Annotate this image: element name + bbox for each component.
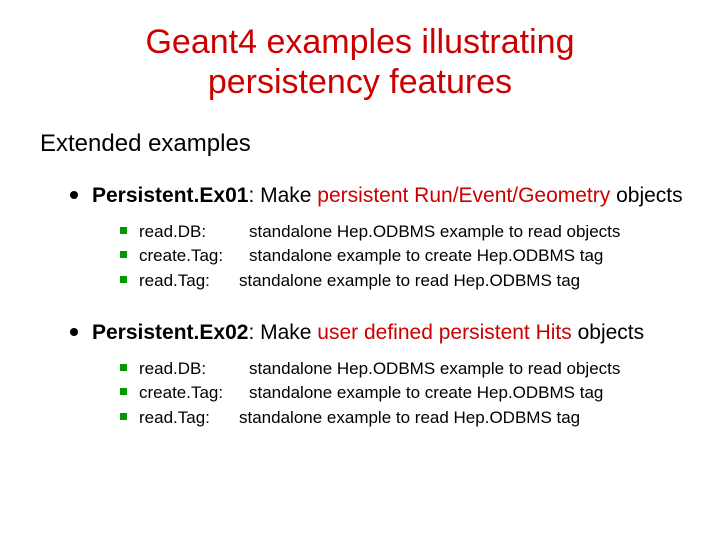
item-name: Persistent.Ex01 bbox=[92, 184, 248, 207]
sub-label: read.DB: bbox=[139, 357, 249, 382]
sub-text: standalone example to create Hep.ODBMS t… bbox=[249, 246, 603, 265]
slide-title: Geant4 examples illustrating persistency… bbox=[34, 22, 686, 102]
sub-label: read.DB: bbox=[139, 220, 249, 245]
sublist-item: read.Tag:standalone example to read Hep.… bbox=[120, 269, 686, 294]
sub-text: standalone example to read Hep.ODBMS tag bbox=[239, 408, 580, 427]
sub-label: create.Tag: bbox=[139, 381, 249, 406]
list-item: Persistent.Ex02: Make user defined persi… bbox=[70, 319, 686, 346]
item-desc-b: objects bbox=[572, 321, 644, 344]
bullet-icon bbox=[70, 328, 78, 336]
sublist-item: read.Tag:standalone example to read Hep.… bbox=[120, 406, 686, 431]
sub-text: standalone Hep.ODBMS example to read obj… bbox=[249, 222, 620, 241]
item-desc-a: : Make bbox=[248, 184, 317, 207]
sublist: read.DB:standalone Hep.ODBMS example to … bbox=[120, 220, 686, 294]
title-line-1: Geant4 examples illustrating bbox=[145, 23, 574, 61]
sub-text: standalone Hep.ODBMS example to read obj… bbox=[249, 359, 620, 378]
item-desc-a: : Make bbox=[248, 321, 317, 344]
bullet-icon bbox=[70, 191, 78, 199]
sub-text: standalone example to read Hep.ODBMS tag bbox=[239, 271, 580, 290]
slide-subtitle: Extended examples bbox=[40, 130, 686, 158]
sublist-item: read.DB:standalone Hep.ODBMS example to … bbox=[120, 220, 686, 245]
slide: Geant4 examples illustrating persistency… bbox=[0, 0, 720, 540]
square-bullet-icon bbox=[120, 388, 127, 395]
item-desc-highlight: user defined persistent Hits bbox=[317, 321, 571, 344]
square-bullet-icon bbox=[120, 251, 127, 258]
sub-label: read.Tag: bbox=[139, 406, 239, 431]
sub-text: standalone example to create Hep.ODBMS t… bbox=[249, 383, 603, 402]
square-bullet-icon bbox=[120, 227, 127, 234]
title-line-2: persistency features bbox=[208, 63, 512, 101]
square-bullet-icon bbox=[120, 276, 127, 283]
sublist-item: create.Tag:standalone example to create … bbox=[120, 244, 686, 269]
sublist: read.DB:standalone Hep.ODBMS example to … bbox=[120, 357, 686, 431]
sublist-item: create.Tag:standalone example to create … bbox=[120, 381, 686, 406]
square-bullet-icon bbox=[120, 364, 127, 371]
list-item: Persistent.Ex01: Make persistent Run/Eve… bbox=[70, 182, 686, 209]
sub-label: create.Tag: bbox=[139, 244, 249, 269]
square-bullet-icon bbox=[120, 413, 127, 420]
item-desc-highlight: persistent Run/Event/Geometry bbox=[317, 184, 610, 207]
item-desc-b: objects bbox=[610, 184, 682, 207]
sublist-item: read.DB:standalone Hep.ODBMS example to … bbox=[120, 357, 686, 382]
sub-label: read.Tag: bbox=[139, 269, 239, 294]
item-name: Persistent.Ex02 bbox=[92, 321, 248, 344]
